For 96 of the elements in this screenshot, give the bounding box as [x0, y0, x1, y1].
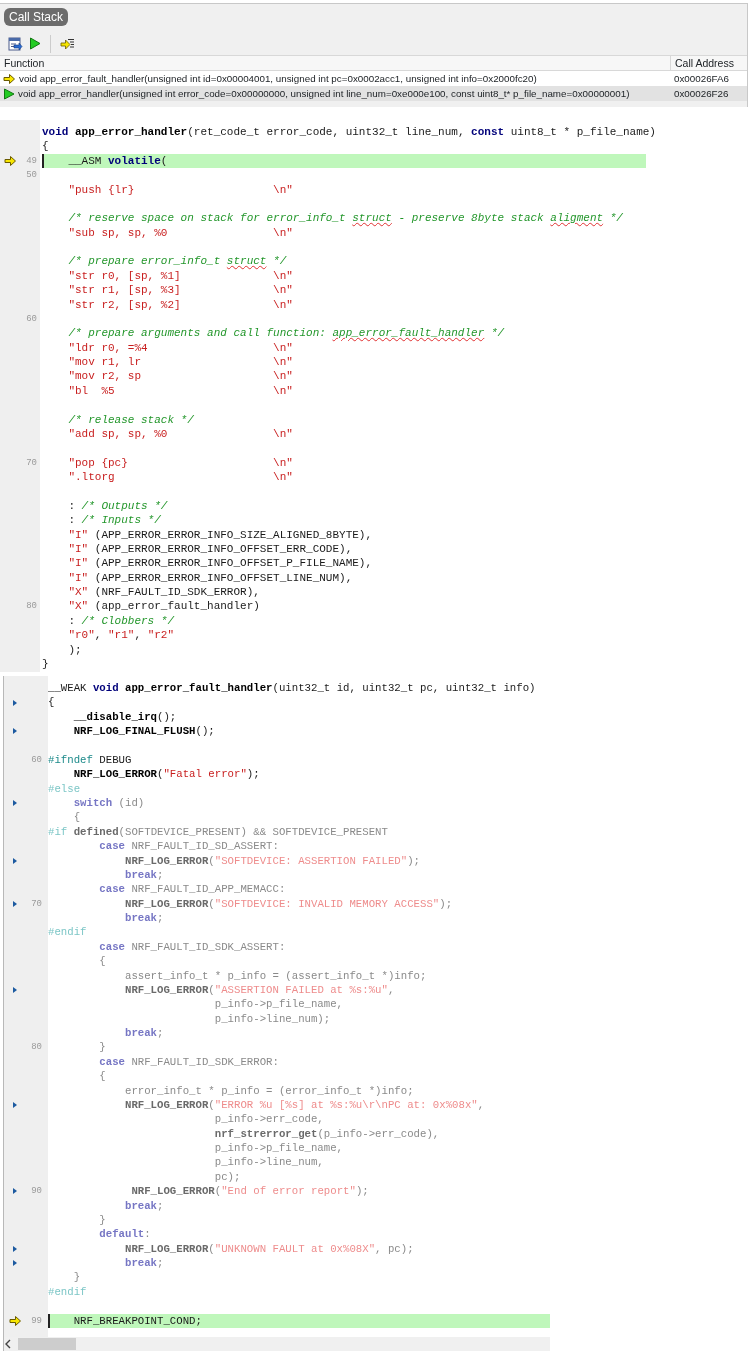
code-line: ); — [67, 642, 83, 657]
scroll-left-icon[interactable] — [4, 1338, 12, 1350]
code-line: NRF_LOG_ERROR("Fatal error"); — [72, 767, 261, 782]
code-line: "X" (NRF_FAULT_ID_SDK_ERROR), — [67, 585, 261, 600]
code-line: "mov r2, sp \n" — [67, 369, 294, 384]
line-number: 60 — [31, 754, 42, 765]
code-line: : /* Inputs */ — [67, 513, 162, 528]
code-line: #if defined(SOFTDEVICE_PRESENT) && SOFTDEVICE_PRESENT — [48, 824, 389, 840]
code-line: ".ltorg \n" — [67, 470, 294, 485]
source-window-icon[interactable] — [8, 36, 23, 51]
code-line: break; — [123, 1026, 165, 1041]
code-line: NRF_LOG_ERROR("UNKNOWN FAULT at 0x%08X", pc); — [123, 1241, 415, 1256]
code-line: break; — [123, 1256, 165, 1271]
line-number: 70 — [26, 457, 37, 468]
line-number: 80 — [26, 601, 37, 612]
stack-frame-row[interactable]: void app_error_handler(unsigned int error_code=0x00000000, unsigned int line_num=0xe000e100, const uint8_t* p_file_name=0x00000001) 0x00026F26 — [0, 86, 747, 101]
line-number: 90 — [31, 1186, 42, 1197]
code-line: NRF_LOG_ERROR("SOFTDEVICE: ASSERTION FAILED"); — [123, 853, 421, 868]
code-line: break; — [123, 867, 165, 883]
code-line: case NRF_FAULT_ID_SDK_ASSERT: — [98, 939, 287, 955]
code-line: } — [98, 1212, 107, 1228]
stack-frame-row[interactable]: void app_error_fault_handler(unsigned int id=0x00004001, unsigned int pc=0x0002acc1, unsigned int info=0x2000fc20) 0x00026FA6 — [0, 71, 747, 86]
function-signature: void app_error_fault_handler(unsigned int id=0x00004001, unsigned int pc=0x0002acc1, unsigned int info=0x2000fc20) — [19, 72, 537, 86]
code-line: /* reserve space on stack for error_info_t struct - preserve 8byte stack aligment */ — [67, 211, 624, 226]
code-line: pc); — [213, 1169, 242, 1185]
code-line: { — [72, 810, 82, 825]
code-line: "I" (APP_ERROR_ERROR_INFO_OFFSET_ERR_CODE), — [67, 541, 354, 557]
line-number: 49 — [26, 155, 37, 166]
code-line: "str r2, [sp, %2] \n" — [67, 297, 294, 312]
code-line: /* release stack */ — [67, 412, 195, 427]
code-line: "add sp, sp, %0 \n" — [67, 426, 294, 442]
code-line: { — [98, 1069, 107, 1084]
code-line: "bl %5 \n" — [67, 383, 294, 399]
code-line: p_info->line_num); — [213, 1011, 332, 1026]
code-line: p_info->line_num, — [213, 1155, 325, 1170]
code-line: : /* Outputs */ — [67, 498, 169, 514]
code-line: __disable_irq(); — [72, 709, 178, 725]
code-line: p_info->p_file_name, — [213, 997, 345, 1012]
code-line: case NRF_FAULT_ID_APP_MEMACC: — [98, 882, 287, 897]
code-line: NRF_LOG_ERROR("SOFTDEVICE: INVALID MEMORY ACCESS"); — [123, 896, 454, 911]
code-line: NRF_LOG_FINAL_FLUSH(); — [72, 724, 216, 739]
code-line: : /* Clobbers */ — [67, 613, 176, 629]
code-line: "pop {pc} \n" — [67, 455, 294, 470]
code-line: { — [98, 954, 107, 969]
code-line: "I" (APP_ERROR_ERROR_INFO_SIZE_ALIGNED_8BYTE), — [67, 527, 374, 542]
code-line: "sub sp, sp, %0 \n" — [67, 225, 294, 240]
code-line: /* prepare error_info_t struct */ — [67, 254, 288, 269]
code-line: { — [48, 695, 56, 710]
arrow-lines-icon[interactable] — [60, 36, 75, 51]
column-header[interactable]: Function — [0, 56, 670, 71]
code-line: /* prepare arguments and call function: app_error_fault_handler */ — [67, 326, 506, 341]
code-line: assert_info_t * p_info = (assert_info_t *)info; — [123, 968, 428, 983]
code-line: void app_error_handler(ret_code_t error_code, uint32_t line_num, const uint8_t * p_file_name) — [42, 125, 656, 140]
code-line: p_info->p_file_name, — [213, 1141, 345, 1156]
code-line: break; — [123, 1198, 165, 1213]
code-line: error_info_t * p_info = (error_info_t *)info; — [123, 1083, 415, 1098]
code-line: "push {lr} \n" — [67, 182, 294, 197]
code-line: switch (id) — [72, 796, 146, 811]
code-line: #endif — [48, 1284, 88, 1300]
call-address: 0x00026FA6 — [674, 73, 730, 84]
line-number: 70 — [31, 898, 42, 909]
code-line: "r0", "r1", "r2" — [67, 628, 176, 643]
code-line: "mov r1, lr \n" — [67, 355, 294, 370]
code-line: "X" (app_error_fault_handler) — [67, 599, 261, 614]
code-line: "str r0, [sp, %1] \n" — [67, 268, 294, 284]
code-line: nrf_strerror_get(p_info->err_code), — [213, 1126, 441, 1141]
function-signature: void app_error_handler(unsigned int error_code=0x00000000, unsigned int line_num=0xe000e100, const uint8_t* p_file_name=0x00000001) — [18, 87, 630, 101]
play-icon[interactable] — [29, 37, 41, 50]
code-line: NRF_LOG_ERROR("ASSERTION FAILED at %s:%u", — [123, 982, 396, 998]
code-line: __WEAK void app_error_fault_handler(uint32_t id, uint32_t pc, uint32_t info) — [48, 681, 537, 696]
code-line: } — [98, 1040, 107, 1055]
code-line: case NRF_FAULT_ID_SD_ASSERT: — [98, 839, 280, 854]
code-line: p_info->err_code, — [213, 1112, 325, 1127]
code-line: "I" (APP_ERROR_ERROR_INFO_OFFSET_P_FILE_NAME), — [67, 556, 374, 571]
code-line: } — [42, 656, 50, 672]
code-line: } — [72, 1270, 82, 1285]
code-line: "ldr r0, =%4 \n" — [67, 340, 294, 355]
code-line: "str r1, [sp, %3] \n" — [67, 283, 294, 298]
horizontal-scrollbar[interactable] — [4, 1337, 550, 1351]
code-line: "I" (APP_ERROR_ERROR_INFO_OFFSET_LINE_NUM), — [67, 570, 354, 585]
call-stack-tab[interactable]: Call Stack — [4, 8, 69, 26]
code-line: #ifndef DEBUG — [48, 752, 133, 768]
code-line: default: — [98, 1227, 152, 1242]
code-line: #endif — [48, 925, 88, 940]
code-line: NRF_LOG_ERROR("End of error report"); — [130, 1184, 370, 1199]
code-line: NRF_LOG_ERROR("ERROR %u [%s] at %s:%u\r\nPC at: 0x%08x", — [123, 1097, 486, 1113]
scrollbar-thumb[interactable] — [18, 1338, 76, 1350]
line-number: 60 — [26, 313, 37, 324]
code-line: #else — [48, 781, 82, 796]
code-line: { — [42, 139, 50, 154]
line-number: 80 — [31, 1042, 42, 1053]
call-address: 0x00026F26 — [674, 88, 729, 99]
code-line: break; — [123, 911, 165, 926]
code-line: case NRF_FAULT_ID_SDK_ERROR: — [98, 1054, 280, 1070]
line-number: 50 — [26, 170, 37, 181]
line-number: 99 — [31, 1315, 42, 1326]
